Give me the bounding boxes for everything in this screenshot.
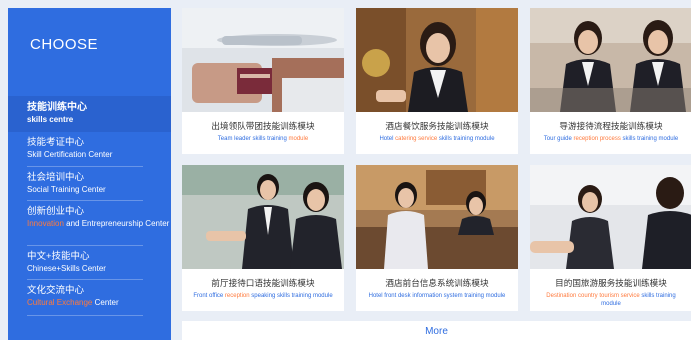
card-photo xyxy=(356,165,518,269)
card-subtitle: Front office reception speaking skills t… xyxy=(188,292,338,300)
card-title: 出境领队带团技能训练模块 xyxy=(211,121,315,131)
module-card-tour-guide[interactable]: 导游接待流程技能训练模块 Tour guide reception proces… xyxy=(530,8,691,154)
card-title: 目的国旅游服务技能训练模块 xyxy=(555,278,667,288)
card-photo xyxy=(182,165,344,269)
card-title: 前厅接待口语技能训练模块 xyxy=(211,278,315,288)
sidebar-item-skill-certification[interactable]: 技能考证中心 Skill Certification Center xyxy=(8,135,171,167)
highlight-text: Cultural Exchange xyxy=(27,298,93,307)
sidebar-item-cn: 技能考证中心 xyxy=(27,137,85,148)
sidebar-item-en: Skill Certification Center xyxy=(27,150,113,159)
plain-text: Front office xyxy=(193,293,225,299)
sidebar-divider xyxy=(27,166,143,167)
sidebar-item-en: skills centre xyxy=(27,115,74,124)
sidebar-divider xyxy=(27,315,143,316)
sidebar-item-chinese-skills[interactable]: 中文+技能中心 Chinese+Skills Center xyxy=(8,249,171,280)
card-subtitle: Destination country tourism service skil… xyxy=(536,292,686,308)
sidebar-item-en: Cultural Exchange Center xyxy=(27,297,171,308)
card-title: 酒店餐饮服务技能训练模块 xyxy=(385,121,489,131)
sidebar-item-skills-centre[interactable]: 技能训练中心 skills centre xyxy=(8,96,171,132)
card-subtitle: Hotel catering service skills training m… xyxy=(362,135,512,143)
module-card-hotel-catering[interactable]: 酒店餐饮服务技能训练模块 Hotel catering service skil… xyxy=(356,8,518,154)
module-card-front-office[interactable]: 前厅接待口语技能训练模块 Front office reception spea… xyxy=(182,165,344,311)
sidebar-item-en: Innovation and Entrepreneurship Center xyxy=(27,218,171,229)
plain-text: speaking skills training module xyxy=(249,293,333,299)
plain-text: Tour guide xyxy=(543,136,574,142)
sidebar-divider xyxy=(27,279,143,280)
card-subtitle: Tour guide reception process skills trai… xyxy=(536,135,686,143)
sidebar-item-cn: 中文+技能中心 xyxy=(27,251,90,262)
sidebar-item-cn: 技能训练中心 xyxy=(27,102,87,113)
plain-text: and Entrepreneurship Center xyxy=(63,219,170,228)
module-card-destination-country[interactable]: 目的国旅游服务技能训练模块 Destination country touris… xyxy=(530,165,691,311)
sidebar-item-cn: 文化交流中心 xyxy=(27,285,85,296)
card-photo xyxy=(356,8,518,112)
card-photo xyxy=(530,8,691,112)
sidebar-item-innovation[interactable]: 创新创业中心 Innovation and Entrepreneurship C… xyxy=(8,204,171,246)
sidebar-divider xyxy=(27,245,143,246)
sidebar-item-cn: 创新创业中心 xyxy=(27,206,85,217)
highlight-text: module xyxy=(288,136,309,142)
module-card-front-desk-system[interactable]: 酒店前台信息系统训练模块 Hotel front desk informatio… xyxy=(356,165,518,311)
highlight-text: reception xyxy=(224,293,250,299)
card-photo xyxy=(182,8,344,112)
highlight-text: Innovation xyxy=(27,219,64,228)
plain-text: skills training module xyxy=(620,136,679,142)
sidebar-item-social-training[interactable]: 社会培训中心 Social Training Center xyxy=(8,170,171,201)
highlight-text: catering service xyxy=(395,136,438,142)
plain-text: Hotel xyxy=(379,136,396,142)
card-subtitle: Hotel front desk information system trai… xyxy=(362,292,512,300)
plain-text: Team leader skills training xyxy=(217,136,289,142)
card-photo xyxy=(530,165,691,269)
plain-text: Hotel front desk information system trai… xyxy=(368,293,506,299)
module-card-team-leader[interactable]: 出境领队带团技能训练模块 Team leader skills training… xyxy=(182,8,344,154)
sidebar-item-en: Social Training Center xyxy=(27,185,106,194)
highlight-text: reception process xyxy=(573,136,621,142)
card-subtitle: Team leader skills training module xyxy=(188,135,338,143)
sidebar-item-en: Chinese+Skills Center xyxy=(27,264,106,273)
sidebar-item-cultural-exchange[interactable]: 文化交流中心 Cultural Exchange Center xyxy=(8,283,171,316)
more-button[interactable]: More xyxy=(182,321,691,340)
plain-text: Center xyxy=(92,298,119,307)
sidebar-item-cn: 社会培训中心 xyxy=(27,172,85,183)
sidebar-heading: CHOOSE xyxy=(30,36,99,53)
plain-text: skills training module xyxy=(437,136,495,142)
card-title: 酒店前台信息系统训练模块 xyxy=(385,278,489,288)
sidebar-menu: CHOOSE 技能训练中心 skills centre 技能考证中心 Skill… xyxy=(8,8,171,340)
sidebar-divider xyxy=(27,200,143,201)
highlight-text: Destination country tourism service xyxy=(546,293,640,299)
card-title: 导游接待流程技能训练模块 xyxy=(559,121,663,131)
